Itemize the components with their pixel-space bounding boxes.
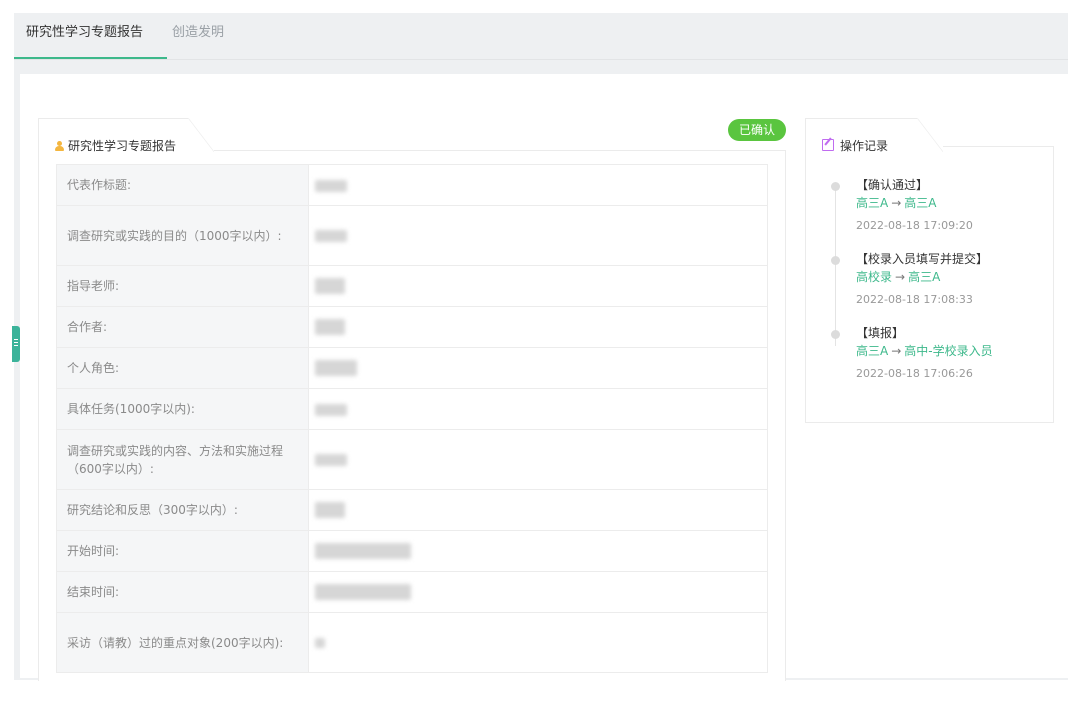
timeline-time: 2022-08-18 17:06:26 [856,367,973,380]
flow-to: 高三A [904,196,937,210]
log-panel-header: 操作记录 [822,137,888,154]
field-label: 调查研究或实践的内容、方法和实施过程（600字以内）: [56,429,309,490]
user-icon [55,141,64,151]
timeline-time: 2022-08-18 17:09:20 [856,219,973,232]
flow-to: 高中-学校录入员 [904,344,993,358]
table-row: 合作者: [56,306,768,348]
timeline-item: 【校录入员填写并提交】 高校录 → 高三A 2022-08-18 17:08:33 [828,250,1048,324]
timeline-dot [831,330,840,339]
flow-arrow: → [895,270,906,284]
field-value-redacted [308,164,768,206]
field-label: 指导老师: [56,265,309,307]
timeline-dot [831,256,840,265]
field-label: 采访（请教）过的重点对象(200字以内): [56,612,309,673]
sidebar-toggle-handle[interactable] [12,326,20,362]
field-value-redacted [308,265,768,307]
field-label: 结束时间: [56,571,309,613]
field-label: 代表作标题: [56,164,309,206]
tab-invention[interactable]: 创造发明 [172,13,224,57]
field-value-redacted [308,388,768,430]
report-panel-title: 研究性学习专题报告 [68,139,177,153]
operation-timeline: 【确认通过】 高三A → 高三A 2022-08-18 17:09:20 【校录入员… [828,176,1048,398]
status-badge: 已确认 [728,119,786,141]
report-panel-tab-slope [188,118,214,152]
field-value-redacted [308,347,768,389]
field-label: 开始时间: [56,530,309,572]
timeline-flow: 高三A → 高三A [856,194,1048,212]
table-row: 指导老师: [56,265,768,307]
tab-research-report[interactable]: 研究性学习专题报告 [14,13,167,59]
flow-to: 高三A [908,270,941,284]
tab-label: 研究性学习专题报告 [26,25,144,40]
table-row: 调查研究或实践的目的（1000字以内）: [56,205,768,266]
field-value-redacted [308,429,768,490]
table-row: 采访（请教）过的重点对象(200字以内): [56,612,768,673]
field-label: 具体任务(1000字以内): [56,388,309,430]
report-form-table: 代表作标题: 调查研究或实践的目的（1000字以内）: 指导老师: 合作者: 个… [56,164,768,673]
field-value-redacted [308,205,768,266]
timeline-item: 【确认通过】 高三A → 高三A 2022-08-18 17:09:20 [828,176,1048,250]
flow-from: 高三A [856,344,889,358]
field-label: 研究结论和反思（300字以内）: [56,489,309,531]
timeline-action: 【填报】 [856,326,905,340]
field-label: 个人角色: [56,347,309,389]
field-value-redacted [308,571,768,613]
timeline-flow: 高校录 → 高三A [856,268,1048,286]
field-value-redacted [308,489,768,531]
field-label: 调查研究或实践的目的（1000字以内）: [56,205,309,266]
flow-from: 高校录 [856,270,893,284]
flow-arrow: → [891,196,902,210]
table-row: 具体任务(1000字以内): [56,388,768,430]
timeline-action: 【校录入员填写并提交】 [856,252,989,266]
table-row: 研究结论和反思（300字以内）: [56,489,768,531]
table-row: 个人角色: [56,347,768,389]
log-panel-title: 操作记录 [840,139,889,153]
table-row: 开始时间: [56,530,768,572]
edit-icon [822,139,834,151]
timeline-item: 【填报】 高三A → 高中-学校录入员 2022-08-18 17:06:26 [828,324,1048,398]
timeline-time: 2022-08-18 17:08:33 [856,293,973,306]
tab-bar: 研究性学习专题报告 创造发明 [14,13,1068,60]
table-row: 代表作标题: [56,164,768,206]
table-row: 调查研究或实践的内容、方法和实施过程（600字以内）: [56,429,768,490]
timeline-flow: 高三A → 高中-学校录入员 [856,342,1048,360]
timeline-dot [831,182,840,191]
field-label: 合作者: [56,306,309,348]
active-tab-indicator [14,57,167,59]
field-value-redacted [308,530,768,572]
field-value-redacted [308,306,768,348]
field-value-redacted [308,612,768,673]
tab-label: 创造发明 [172,25,225,40]
table-row: 结束时间: [56,571,768,613]
flow-arrow: → [891,344,902,358]
report-panel-header: 研究性学习专题报告 [55,137,176,154]
timeline-action: 【确认通过】 [856,178,929,192]
flow-from: 高三A [856,196,889,210]
log-panel-tab-slope [917,118,943,152]
